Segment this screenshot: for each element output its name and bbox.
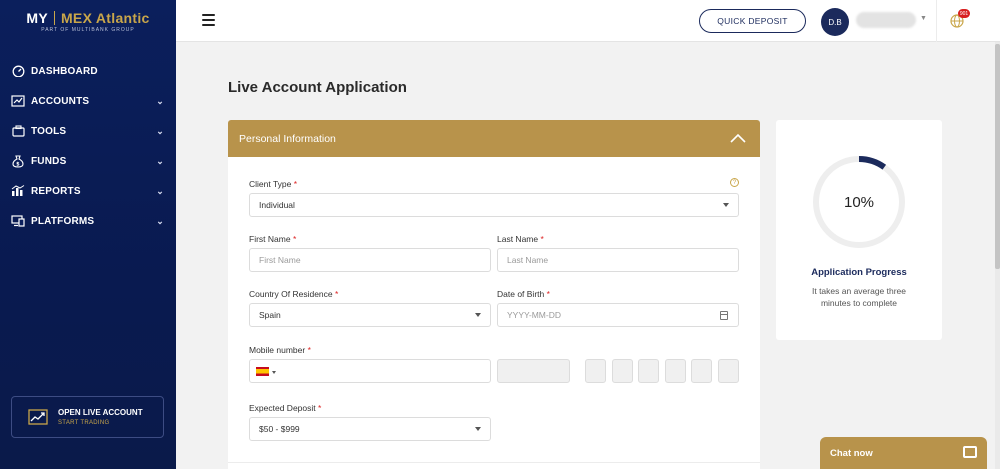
expected-deposit-select[interactable]: $50 - $999 [249,417,491,441]
dob-input[interactable]: YYYY-MM-DD [497,303,739,327]
reports-icon [10,184,26,198]
notification-badge: 901 [958,9,970,18]
chevron-down-icon[interactable]: ▼ [920,15,927,22]
page-scrollbar[interactable] [995,42,1000,469]
quick-deposit-button[interactable]: QUICK DEPOSIT [699,9,806,33]
chevron-down-icon: ⌄ [156,215,164,226]
chevron-down-icon: ⌄ [156,185,164,196]
chevron-up-icon[interactable] [730,132,746,144]
avatar[interactable]: D.B [821,8,849,36]
country-value: Spain [259,310,281,320]
hamburger-menu-icon[interactable] [202,14,215,26]
progress-description: It takes an average three minutes to com… [811,286,907,308]
help-icon[interactable]: ? [730,178,739,187]
sidebar-item-label: DASHBOARD [31,65,98,77]
logo-divider [53,10,55,25]
sidebar-item-label: TOOLS [31,125,67,137]
chevron-down-icon: ⌄ [156,95,164,106]
caret-down-icon [475,427,481,431]
scrollbar-thumb[interactable] [995,44,1000,269]
otp-box-2[interactable] [612,359,633,383]
mobile-input[interactable] [249,359,491,383]
sidebar-item-label: ACCOUNTS [31,95,90,107]
application-progress-card: 10% Application Progress It takes an ave… [776,120,942,340]
chat-label: Chat now [830,447,873,459]
chevron-down-icon: ⌄ [156,125,164,136]
expected-deposit-value: $50 - $999 [259,424,300,434]
topbar-divider [936,0,937,42]
open-live-title: OPEN LIVE ACCOUNT [58,408,143,417]
tools-icon [10,124,26,138]
caret-down-icon [723,203,729,207]
sidebar-nav: DASHBOARD ACCOUNTS ⌄ TOOLS ⌄ $ FUNDS ⌄ R… [0,56,176,236]
accounts-icon [10,94,26,108]
personal-information-card: Personal Information Client Type * ? Ind… [228,120,760,469]
progress-percent: 10% [843,193,875,211]
section-title: Personal Information [239,132,336,145]
country-select[interactable]: Spain [249,303,491,327]
spain-flag-icon[interactable] [256,367,269,376]
otp-box-4[interactable] [665,359,686,383]
otp-box-6[interactable] [718,359,739,383]
username-redacted[interactable] [856,12,916,28]
chat-now-button[interactable]: Chat now [820,437,987,469]
mobile-label: Mobile number * [249,345,311,355]
dashboard-icon [10,64,26,78]
topbar: QUICK DEPOSIT D.B ▼ 901 [176,0,1000,42]
logo-tagline: PART OF MULTIBANK GROUP [41,26,135,33]
section-divider [228,462,760,463]
sidebar-item-reports[interactable]: REPORTS ⌄ [0,176,176,206]
calendar-icon[interactable] [720,311,728,320]
sidebar-item-accounts[interactable]: ACCOUNTS ⌄ [0,86,176,116]
logo-brand: MEX Atlantic [60,9,150,26]
country-label: Country Of Residence * [249,289,339,299]
last-name-input[interactable]: Last Name [497,248,739,272]
dob-label: Date of Birth * [497,289,550,299]
caret-down-icon [272,371,276,374]
open-live-account-button[interactable]: OPEN LIVE ACCOUNT START TRADING [11,396,164,438]
expected-deposit-label: Expected Deposit * [249,403,322,413]
sidebar-item-tools[interactable]: TOOLS ⌄ [0,116,176,146]
sidebar-item-label: PLATFORMS [31,215,95,227]
platforms-icon [10,214,26,228]
sidebar-item-dashboard[interactable]: DASHBOARD [0,56,176,86]
sidebar-item-label: FUNDS [31,155,67,167]
client-type-value: Individual [259,200,295,210]
page-title: Live Account Application [228,79,407,96]
chevron-down-icon: ⌄ [156,155,164,166]
client-type-select[interactable]: Individual [249,193,739,217]
otp-box-1[interactable] [585,359,606,383]
otp-box-5[interactable] [691,359,712,383]
otp-box-3[interactable] [638,359,659,383]
sidebar-item-label: REPORTS [31,185,81,197]
first-name-label: First Name * [249,234,297,244]
sidebar: MY MEX Atlantic PART OF MULTIBANK GROUP … [0,0,176,469]
sidebar-item-platforms[interactable]: PLATFORMS ⌄ [0,206,176,236]
chat-bubble-icon [963,446,977,458]
mobile-extra-field[interactable] [497,359,570,383]
logo-my: MY [26,9,48,26]
sidebar-item-funds[interactable]: $ FUNDS ⌄ [0,146,176,176]
open-live-subtitle: START TRADING [58,420,110,426]
trend-chart-icon [28,409,48,425]
section-header[interactable]: Personal Information [228,120,760,157]
svg-text:$: $ [16,161,20,167]
client-type-label: Client Type * [249,179,298,189]
caret-down-icon [475,313,481,317]
progress-title: Application Progress [811,267,907,278]
logo[interactable]: MY MEX Atlantic PART OF MULTIBANK GROUP [0,0,176,42]
dob-placeholder: YYYY-MM-DD [507,310,561,320]
funds-icon: $ [10,154,26,168]
first-name-input[interactable]: First Name [249,248,491,272]
last-name-label: Last Name * [497,234,544,244]
